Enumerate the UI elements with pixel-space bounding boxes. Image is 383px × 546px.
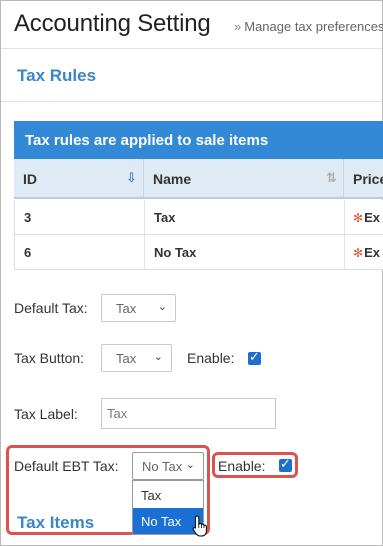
column-id-label: ID: [23, 171, 37, 187]
check-icon: ✓: [249, 349, 260, 364]
check-icon: ✓: [280, 456, 291, 471]
cell-name: Tax: [144, 200, 344, 234]
tax-label-input[interactable]: Tax: [101, 398, 276, 429]
cell-id: 6: [14, 235, 144, 269]
default-tax-label: Default Tax:: [14, 300, 88, 316]
table-row[interactable]: 3 Tax ✻Ex: [14, 200, 383, 235]
cell-price: ✻Ex: [344, 200, 383, 234]
chevron-down-icon: ⌄: [185, 459, 195, 471]
dropdown-option-tax[interactable]: Tax: [133, 482, 203, 508]
tax-label-label: Tax Label:: [14, 406, 78, 422]
tax-button-enable-checkbox[interactable]: ✓: [248, 349, 261, 365]
page-subtitle: » Manage tax preferences: [234, 19, 383, 34]
default-ebt-tax-label: Default EBT Tax:: [14, 458, 119, 474]
raquo-icon: »: [234, 19, 242, 34]
cell-price: ✻Ex: [344, 235, 383, 269]
column-name-label: Name: [153, 171, 192, 187]
default-ebt-tax-value: No Tax: [142, 459, 183, 474]
chevron-down-icon: ⌄: [157, 301, 167, 313]
hand-cursor-icon: [192, 515, 207, 537]
default-ebt-tax-select[interactable]: No Tax ⌄: [132, 452, 204, 480]
tax-button-enable-label: Enable:: [187, 350, 235, 366]
column-price[interactable]: Price: [344, 159, 383, 197]
tax-button-label: Tax Button:: [14, 350, 85, 366]
page-subtitle-text: Manage tax preferences: [244, 19, 383, 34]
tax-button-select[interactable]: Tax ⌄: [101, 344, 172, 372]
column-price-label: Price: [353, 171, 383, 187]
default-tax-select[interactable]: Tax ⌄: [101, 294, 176, 322]
cell-id: 3: [14, 200, 144, 234]
chevron-down-icon: ⌄: [153, 351, 163, 363]
default-tax-value: Tax: [116, 301, 137, 316]
column-id[interactable]: ID ⇩: [14, 159, 144, 197]
cell-price-text: Ex: [364, 210, 380, 225]
table-row[interactable]: 6 No Tax ✻Ex: [14, 235, 383, 270]
column-name[interactable]: Name ⇅: [144, 159, 344, 197]
divider: [1, 101, 382, 102]
ebt-enable-checkbox[interactable]: ✓: [279, 456, 292, 472]
cell-name: No Tax: [144, 235, 344, 269]
ebt-enable-label: Enable:: [218, 458, 266, 474]
cell-price-text: Ex: [364, 245, 380, 260]
tax-rules-title: Tax Rules: [17, 66, 97, 85]
gears-icon: ✻: [353, 211, 364, 225]
divider: [1, 48, 382, 49]
table-caption: Tax rules are applied to sale items: [14, 121, 383, 159]
table-header-row: ID ⇩ Name ⇅ Price: [14, 159, 383, 199]
page-title: Accounting Setting: [14, 10, 211, 37]
gears-icon: ✻: [353, 246, 364, 260]
tax-items-title: Tax Items: [17, 513, 95, 532]
tax-button-value: Tax: [116, 351, 137, 366]
sort-icon[interactable]: ⇅: [326, 170, 337, 186]
sort-ascending-icon[interactable]: ⇩: [126, 170, 137, 186]
